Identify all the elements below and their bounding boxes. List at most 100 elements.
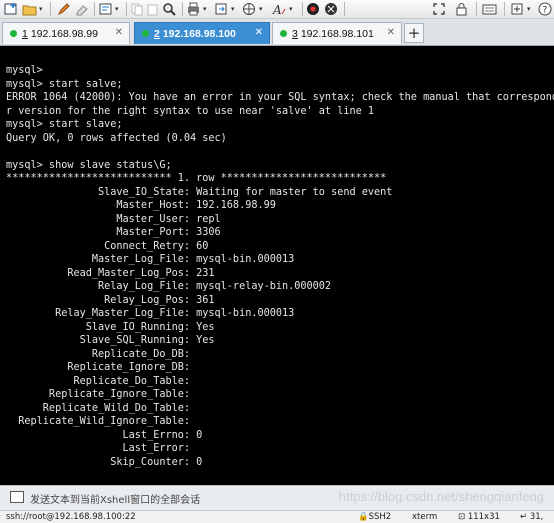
compose-placeholder[interactable]: 发送文本到当前Xshell窗口的全部会话 [30,491,200,506]
terminal-line: Relay_Log_File: mysql-relay-bin.000002 [6,281,332,292]
xftp-icon [307,3,319,15]
terminal-line: mysql> start slave; [6,119,123,130]
open-folder-icon [22,5,37,16]
lock-button[interactable] [454,1,470,17]
keyboard-icon [482,4,497,15]
terminal-line: Replicate_Wild_Ignore_Table: [6,416,197,427]
toolbar-separator [126,2,127,16]
font-icon: A [272,3,286,16]
edit-button[interactable] [56,1,72,17]
terminal-size: ⊡ 111x31 [458,512,500,522]
fullscreen-icon [433,3,445,15]
toolbar-separator [476,2,477,16]
terminal-line: Master_Host: 192.168.98.99 [6,200,276,211]
help-button[interactable]: ? [538,1,554,17]
terminal-line: Master_Port: 3306 [6,227,221,238]
close-icon[interactable]: ✕ [115,27,123,38]
tab-number: 3 [292,27,298,40]
tab-label: 192.168.98.99 [30,27,98,40]
svg-text:A: A [272,3,282,16]
terminal-line: r version for the right syntax to use ne… [6,105,375,117]
tab-session-2[interactable]: 2 192.168.98.100 ✕ [134,22,270,44]
terminal-line: Master_User: repl [6,213,221,225]
toolbar-separator [94,2,95,16]
help-icon: ? [538,2,552,16]
lock-icon [456,3,467,16]
xftp-button[interactable] [306,1,322,17]
pencil-icon [57,3,70,16]
terminal-line: Replicate_Ignore_DB: [6,362,197,373]
paste-button[interactable] [146,1,160,17]
chevron-down-icon: ▾ [39,5,43,13]
open-session-button[interactable]: ▾ [22,1,43,17]
chevron-down-icon: ▾ [203,5,207,13]
transfer-button[interactable]: ▾ [214,1,235,17]
connected-status-icon [142,30,149,37]
compose-icon[interactable] [10,491,24,503]
new-session-icon [4,3,17,15]
xshell-icon [325,3,337,15]
close-icon[interactable]: ✕ [387,27,395,38]
connection-address: ssh://root@192.168.98.100:22 [6,512,136,522]
status-bar: ssh://root@192.168.98.100:22 🔒SSH2 xterm… [0,510,554,523]
properties-icon [99,3,112,15]
print-button[interactable]: ▾ [186,1,207,17]
chevron-down-icon: ▾ [527,5,531,13]
keyboard-button[interactable] [482,1,498,17]
chevron-down-icon: ▾ [289,5,293,13]
transfer-icon [215,3,227,15]
cursor-position: ↵ 31, [520,512,544,522]
new-session-button[interactable] [4,1,18,17]
web-button[interactable]: ▾ [242,1,263,17]
watermark: https://blog.csdn.net/shengqianfeng [338,489,544,504]
terminal-line: mysql> show slave status\G; [6,159,172,171]
terminal-line: Master_Log_File: mysql-bin.000013 [6,254,295,265]
xshell-button[interactable] [324,1,340,17]
fullscreen-button[interactable] [432,1,448,17]
tab-label: 192.168.98.100 [162,27,236,40]
terminal-line: Slave_IO_State: Waiting for master to se… [6,186,393,198]
terminal-line: Last_Error: [6,443,197,454]
paste-icon [147,4,158,16]
connected-status-icon [280,30,287,37]
clear-button[interactable] [74,1,90,17]
chevron-down-icon: ▾ [115,5,119,13]
compose-bar[interactable]: 发送文本到当前Xshell窗口的全部会话 https://blog.csdn.n… [0,485,554,510]
tab-label: 192.168.98.101 [300,27,374,40]
add-button[interactable]: ▾ [510,1,531,17]
add-tab-button[interactable]: + [404,23,424,43]
toolbar-separator [504,2,505,16]
find-button[interactable] [162,1,178,17]
toolbar-separator [302,2,303,16]
properties-button[interactable]: ▾ [98,1,119,17]
terminal-line: Slave_IO_Running: Yes [6,321,215,333]
copy-button[interactable] [130,1,144,17]
eraser-icon [76,5,88,16]
terminal-line: Query OK, 0 rows affected (0.04 sec) [6,132,227,144]
chevron-down-icon: ▾ [231,5,235,13]
globe-icon [243,3,255,15]
tab-session-3[interactable]: 3 192.168.98.101 ✕ [272,22,402,44]
terminal-line: Replicate_Wild_Do_Table: [6,402,197,414]
tab-number: 1 [22,27,28,40]
tab-session-1[interactable]: 1 192.168.98.99 ✕ [2,22,130,44]
session-tab-bar: 1 192.168.98.99 ✕ 2 192.168.98.100 ✕ 3 1… [0,19,554,46]
terminal-type: xterm [412,512,438,522]
terminal-line: Last_Errno: 0 [6,429,203,441]
terminal-line: Relay_Master_Log_File: mysql-bin.000013 [6,308,295,319]
protocol-indicator: 🔒SSH2 [358,512,392,522]
terminal-area[interactable]: mysql> mysql> start salve; ERROR 1064 (4… [0,46,554,484]
chevron-down-icon: ▾ [259,5,263,13]
toolbar-separator [182,2,183,16]
font-button[interactable]: A ▾ [272,1,293,17]
connected-status-icon [10,30,17,37]
terminal-line: Skip_Counter: 0 [6,456,203,468]
cursor-position-value: 31, [529,512,544,522]
find-icon [163,3,176,16]
terminal-line: *************************** 1. row *****… [6,173,387,184]
terminal-line: Slave_SQL_Running: Yes [6,335,215,346]
terminal-line: ERROR 1064 (42000): You have an error in… [6,92,554,103]
terminal-line: mysql> [6,65,43,76]
close-icon[interactable]: ✕ [255,27,263,38]
terminal-line: mysql> start salve; [6,78,123,90]
